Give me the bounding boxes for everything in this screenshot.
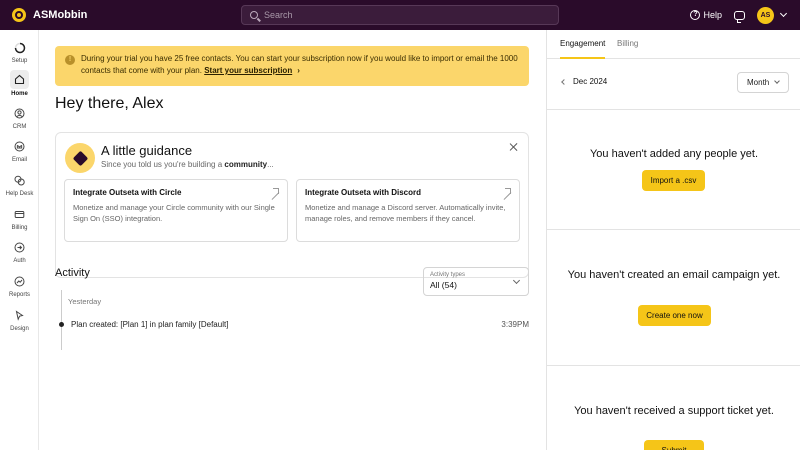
left-nav: Setup Home CRM Email Help Desk Billing A… <box>0 30 39 450</box>
nav-label-email: Email <box>11 157 27 163</box>
nav-label-auth: Auth <box>13 258 26 264</box>
right-panel: Engagement Billing Dec 2024 Month You ha… <box>546 30 800 450</box>
nav-item-help-desk[interactable]: Help Desk <box>0 172 39 197</box>
start-subscription-link[interactable]: Start your subscription <box>204 66 292 75</box>
nav-item-billing[interactable]: Billing <box>0 206 39 231</box>
activity-title: Activity <box>55 267 90 279</box>
guidance-title: A little guidance <box>101 143 193 158</box>
create-campaign-button[interactable]: Create one now <box>638 305 711 326</box>
integration-card-circle[interactable]: Integrate Outseta with Circle Monetize a… <box>64 179 288 242</box>
nav-label-home: Home <box>11 91 28 97</box>
guidance-panel: A little guidance Since you told us you'… <box>55 132 529 278</box>
close-icon[interactable] <box>509 142 519 152</box>
top-right-controls: ? Help AS <box>690 0 788 30</box>
card-title: Integrate Outseta with Circle <box>73 188 182 197</box>
integration-card-discord[interactable]: Integrate Outseta with Discord Monetize … <box>296 179 520 242</box>
cursor-icon <box>11 307 28 324</box>
home-icon <box>10 70 29 89</box>
search-box[interactable] <box>241 5 559 25</box>
card-description: Monetize and manage a Discord server. Au… <box>305 203 506 223</box>
tab-engagement[interactable]: Engagement <box>560 39 605 48</box>
brand-logo-icon <box>12 8 26 22</box>
tab-billing[interactable]: Billing <box>617 39 638 48</box>
activity-type-value: All (54) <box>430 280 457 290</box>
chat-bubbles-icon <box>11 172 28 189</box>
empty-state-text: You haven't created an email campaign ye… <box>567 269 781 281</box>
card-title: Integrate Outseta with Discord <box>305 188 422 197</box>
help-icon: ? <box>690 10 701 20</box>
reports-icon <box>11 273 28 290</box>
range-select[interactable]: Month <box>737 72 789 93</box>
guidance-sign-icon <box>65 143 95 173</box>
external-arrow-icon <box>270 188 279 197</box>
timeline-day: Yesterday <box>68 297 102 306</box>
empty-state-text: You haven't received a support ticket ye… <box>574 405 774 417</box>
avatar[interactable]: AS <box>757 6 774 24</box>
top-bar: ASMobbin ? Help AS <box>0 0 800 30</box>
nav-item-crm[interactable]: CRM <box>0 105 39 130</box>
import-csv-button[interactable]: Import a .csv <box>642 170 705 191</box>
nav-item-reports[interactable]: Reports <box>0 273 39 298</box>
guidance-subtitle-bold: community <box>224 160 268 169</box>
chat-icon[interactable] <box>734 10 745 23</box>
main-content: ! During your trial you have 25 free con… <box>40 30 545 450</box>
search-icon <box>250 11 258 19</box>
setup-progress-icon <box>11 39 28 56</box>
app-name: ASMobbin <box>33 9 88 21</box>
nav-label-billing: Billing <box>11 225 28 231</box>
info-icon: ! <box>65 55 75 65</box>
chevron-right-icon[interactable]: › <box>297 65 300 77</box>
activity-entry-time: 3:39PM <box>501 320 529 329</box>
email-icon <box>11 138 28 155</box>
guidance-subtitle-prefix: Since you told us you're building a <box>101 160 223 169</box>
external-arrow-icon <box>502 188 511 197</box>
range-value: Month <box>747 78 770 87</box>
activity-type-select[interactable]: Activity types All (54) <box>423 267 529 296</box>
person-icon <box>11 105 28 122</box>
nav-label-setup: Setup <box>11 58 28 64</box>
search-input[interactable] <box>264 10 544 20</box>
active-tab-indicator <box>560 57 605 59</box>
timeline-line <box>61 290 62 350</box>
panel-tabs: Engagement Billing <box>547 30 800 59</box>
nav-item-home[interactable]: Home <box>0 70 39 97</box>
nav-label-help-desk: Help Desk <box>5 191 34 197</box>
activity-entry: Plan created: [Plan 1] in plan family [D… <box>71 320 229 329</box>
nav-item-design[interactable]: Design <box>0 307 39 332</box>
empty-state-text: You haven't added any people yet. <box>589 148 759 160</box>
billing-icon <box>11 206 28 223</box>
auth-arrow-icon <box>11 239 28 256</box>
people-section: You haven't added any people yet. Import… <box>547 109 800 229</box>
submit-ticket-button[interactable]: Submit <box>644 440 704 450</box>
brand[interactable]: ASMobbin <box>12 8 87 22</box>
guidance-subtitle: Since you told us you're building a comm… <box>101 160 274 169</box>
nav-item-setup[interactable]: Setup <box>0 39 39 64</box>
activity-type-label: Activity types <box>430 272 466 278</box>
nav-item-email[interactable]: Email <box>0 138 39 163</box>
period-label: Dec 2024 <box>573 77 608 86</box>
chevron-down-icon[interactable] <box>779 9 788 18</box>
help-label: Help <box>703 10 722 20</box>
period-nav: Dec 2024 <box>561 77 608 86</box>
nav-label-reports: Reports <box>8 292 30 298</box>
nav-label-crm: CRM <box>12 124 27 130</box>
email-section: You haven't created an email campaign ye… <box>547 229 800 365</box>
chevron-down-icon <box>774 78 780 84</box>
nav-label-design: Design <box>10 326 29 332</box>
nav-item-auth[interactable]: Auth <box>0 239 39 264</box>
timeline-dot <box>59 322 64 327</box>
card-description: Monetize and manage your Circle communit… <box>73 203 275 223</box>
guidance-subtitle-suffix: ... <box>267 160 274 169</box>
trial-banner: ! During your trial you have 25 free con… <box>55 46 529 86</box>
chevron-left-icon[interactable] <box>561 78 567 85</box>
help-button[interactable]: ? Help <box>690 10 722 20</box>
support-section: You haven't received a support ticket ye… <box>547 365 800 450</box>
page-title: Hey there, Alex <box>55 95 164 112</box>
